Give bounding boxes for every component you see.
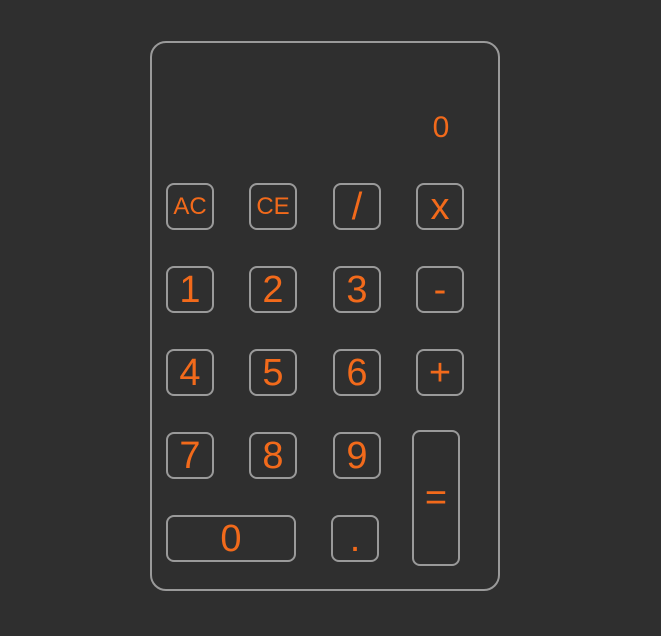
digit-0-button[interactable]: 0 <box>166 515 296 562</box>
multiply-button[interactable]: x <box>416 183 464 230</box>
divide-button[interactable]: / <box>333 183 381 230</box>
add-button[interactable]: + <box>416 349 464 396</box>
digit-5-button[interactable]: 5 <box>249 349 297 396</box>
digit-9-button[interactable]: 9 <box>333 432 381 479</box>
decimal-point-button[interactable]: . <box>331 515 379 562</box>
clear-entry-button[interactable]: CE <box>249 183 297 230</box>
digit-2-button[interactable]: 2 <box>249 266 297 313</box>
all-clear-button[interactable]: AC <box>166 183 214 230</box>
digit-8-button[interactable]: 8 <box>249 432 297 479</box>
digit-4-button[interactable]: 4 <box>166 349 214 396</box>
digit-3-button[interactable]: 3 <box>333 266 381 313</box>
calculator-display: 0 <box>432 111 450 144</box>
subtract-button[interactable]: - <box>416 266 464 313</box>
digit-6-button[interactable]: 6 <box>333 349 381 396</box>
equals-button[interactable]: = <box>412 430 460 566</box>
digit-1-button[interactable]: 1 <box>166 266 214 313</box>
digit-7-button[interactable]: 7 <box>166 432 214 479</box>
